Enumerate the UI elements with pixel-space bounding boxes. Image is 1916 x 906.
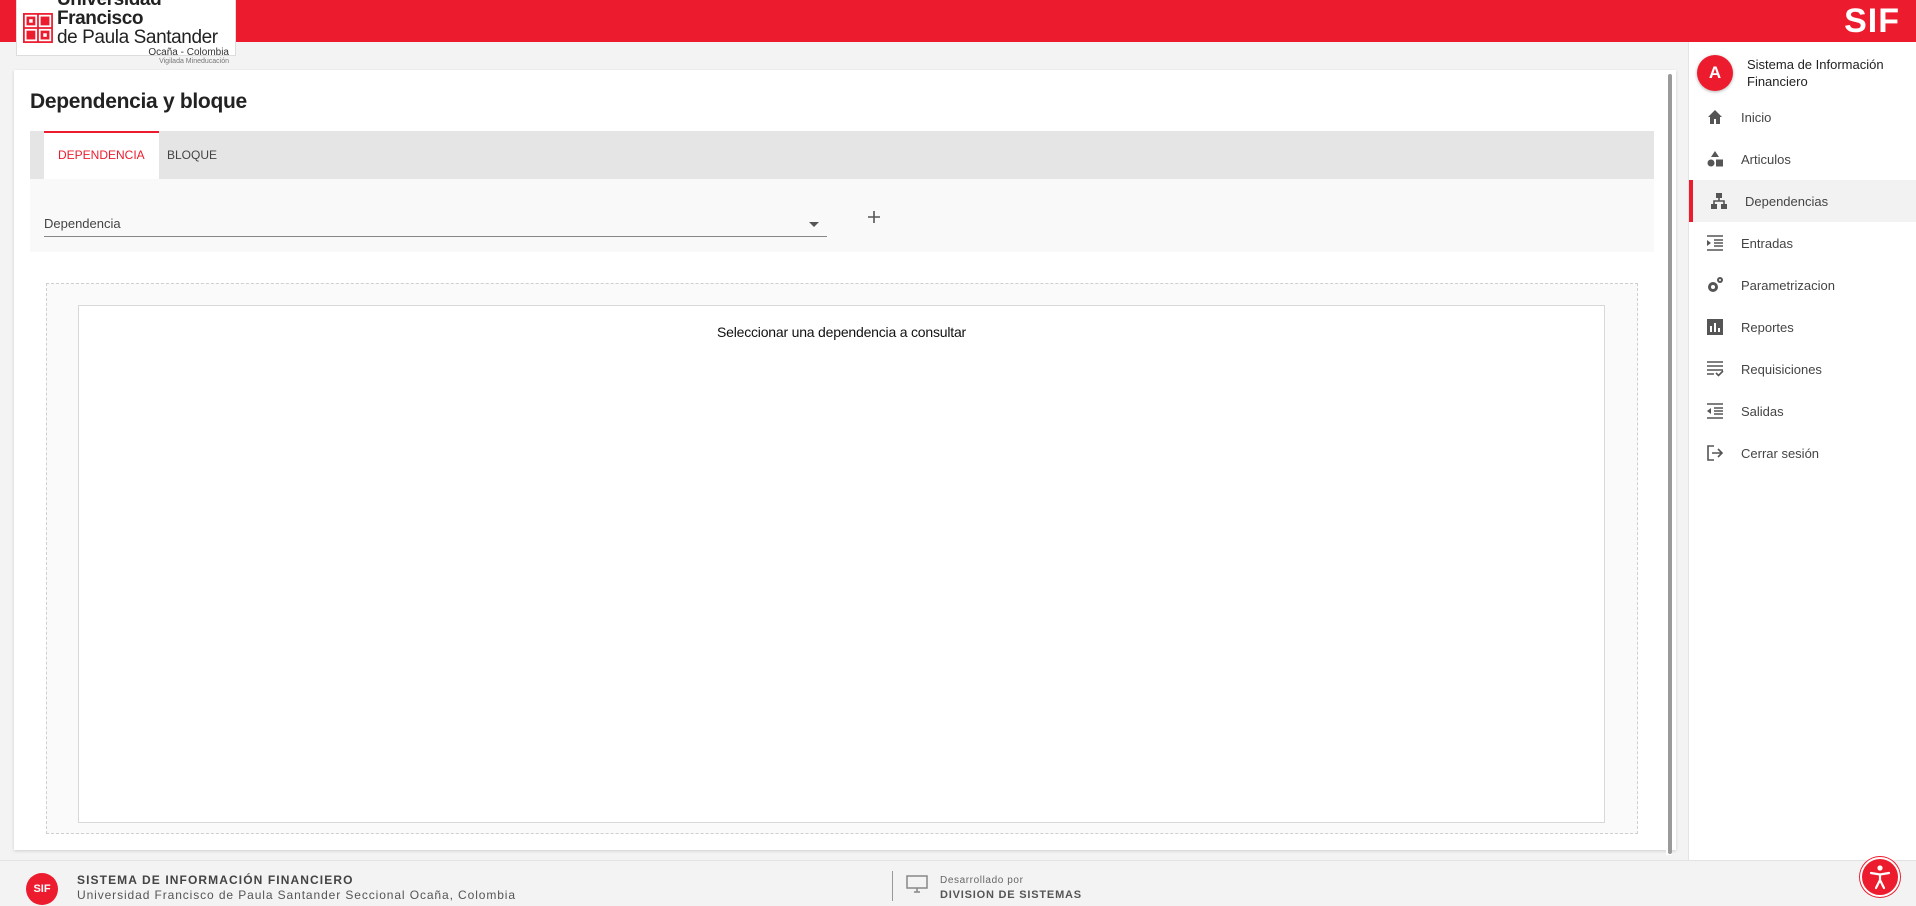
dependencia-select[interactable]: Dependencia [44,215,827,237]
logo-line3: Ocaña - Colombia [148,47,229,58]
home-icon [1708,110,1722,124]
filter-row: Dependencia [30,179,1654,252]
hierarchy-icon [1711,193,1727,209]
sidebar-item-label: Articulos [1741,151,1791,167]
sidebar-item-label: Entradas [1741,235,1794,251]
university-logo[interactable]: Universidad Francisco de Paula Santander… [16,0,236,65]
bar-chart-icon [1707,319,1723,335]
sidebar-item-entradas[interactable]: Entradas [1689,222,1916,264]
sidebar-item-salidas[interactable]: Salidas [1689,390,1916,432]
sidebar-item-articulos[interactable]: Articulos [1689,138,1916,180]
logo-line2: de Paula Santander [56,27,218,48]
top-bar [0,0,1916,42]
monitor-icon [906,875,928,893]
content-panel: Seleccionar una dependencia a consultar [78,305,1605,823]
tab-bloque[interactable]: BLOQUE [153,131,231,179]
sidebar-item-label: Parametrizacion [1741,277,1835,293]
sidebar-header: A Sistema de Información Financiero [1697,50,1916,96]
gears-icon [1708,277,1723,292]
sidebar-item-parametrizacion[interactable]: Parametrizacion [1689,264,1916,306]
indent-icon [1707,235,1723,251]
sidebar-item-cerrar-sesion[interactable]: Cerrar sesión [1689,432,1916,474]
checklist-icon [1707,361,1724,377]
page-title: Dependencia y bloque [30,90,247,113]
developed-by-label: Desarrollado por [940,875,1024,886]
tab-bar: DEPENDENCIA BLOQUE [30,131,1654,179]
logo-text: Universidad Francisco de Paula Santander… [57,0,229,65]
footer: SIF SISTEMA DE INFORMACIÓN FINANCIERO Un… [0,860,1916,906]
user-avatar[interactable]: A [1697,55,1733,91]
logo-line1: Universidad Francisco [56,0,162,29]
accessibility-button[interactable] [1860,857,1900,897]
accessibility-icon [1869,865,1891,890]
sif-footer-logo: SIF [26,873,58,905]
plus-icon [868,211,880,223]
developer-name: DIVISION DE SISTEMAS [940,889,1082,901]
sidebar-item-requisiciones[interactable]: Requisiciones [1689,348,1916,390]
dependencia-select-label: Dependencia [44,216,121,231]
footer-divider [892,871,893,901]
sidebar-title: Sistema de Información Financiero [1747,57,1884,89]
empty-state-message: Seleccionar una dependencia a consultar [716,324,967,340]
sidebar-item-label: Inicio [1741,109,1772,125]
logout-icon [1707,445,1724,461]
footer-title: SISTEMA DE INFORMACIÓN FINANCIERO [77,873,354,887]
outdent-icon [1707,403,1723,419]
sidebar-item-label: Requisiciones [1741,361,1822,377]
logo-line4: Vigilada Mineducación [159,58,229,65]
shapes-icon [1707,151,1723,167]
sidebar-item-label: Cerrar sesión [1741,445,1820,461]
add-dependencia-button[interactable] [860,203,888,231]
caret-down-icon [809,222,819,227]
sidebar-item-label: Dependencias [1745,193,1829,209]
sidebar-item-label: Salidas [1741,403,1784,419]
sidebar-item-reportes[interactable]: Reportes [1689,306,1916,348]
sidebar-item-label: Reportes [1741,319,1794,335]
ufps-seal-icon [23,12,53,43]
sidebar-item-inicio[interactable]: Inicio [1689,96,1916,138]
sif-brand: SIF [1844,2,1900,40]
scrollbar-thumb[interactable] [1668,74,1672,854]
tab-dependencia[interactable]: DEPENDENCIA [44,131,159,179]
footer-subtitle: Universidad Francisco de Paula Santander… [77,888,516,902]
sidebar-item-dependencias[interactable]: Dependencias [1689,180,1916,222]
sidebar: A Sistema de Información Financiero Inic… [1688,42,1916,860]
